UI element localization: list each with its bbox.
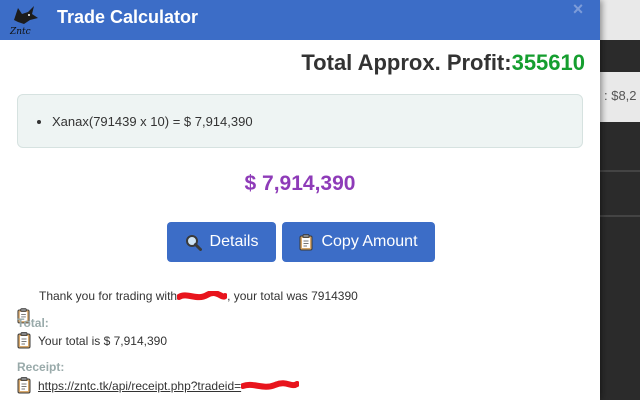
modal-title: Trade Calculator (57, 7, 199, 27)
background-partial-text: : $8,2 (604, 88, 637, 103)
receipt-section-row: https://zntc.tk/api/receipt.php?tradeid= (17, 377, 300, 394)
clipboard-icon (299, 233, 313, 251)
close-icon[interactable]: × (568, 0, 588, 20)
magnifier-icon (185, 234, 202, 251)
total-section-row: Your total is $ 7,914,390 (17, 332, 167, 349)
copy-amount-button[interactable]: Copy Amount (282, 222, 435, 262)
trade-calculator-modal: Zntc Trade Calculator × Total Approx. Pr… (0, 0, 600, 400)
thanks-message: Thank you for trading with , your total w… (39, 289, 358, 303)
background-divider (600, 170, 640, 172)
receipt-section-label: Receipt: (17, 360, 65, 374)
thanks-suffix: , your total was 7914390 (227, 289, 358, 303)
trade-items-list: Xanax(791439 x 10) = $ 7,914,390 (18, 114, 253, 129)
background-row: : $8,2 (600, 72, 640, 122)
total-section-label: Total: (17, 316, 49, 330)
details-button-label: Details (209, 233, 259, 250)
copy-receipt-clipboard-icon[interactable] (17, 377, 31, 394)
trade-item: Xanax(791439 x 10) = $ 7,914,390 (52, 114, 253, 129)
background-divider (600, 215, 640, 217)
wolf-logo-icon: Zntc (9, 6, 38, 36)
total-amount: $ 7,914,390 (244, 172, 356, 195)
total-profit: Total Approx. Profit:355610 (301, 50, 585, 76)
logo-text: Zntc (9, 27, 31, 36)
receipt-link-text: https://zntc.tk/api/receipt.php?tradeid= (38, 378, 242, 393)
trade-items-box: Xanax(791439 x 10) = $ 7,914,390 (17, 94, 583, 148)
modal-header: Zntc Trade Calculator × (0, 0, 600, 40)
receipt-link[interactable]: https://zntc.tk/api/receipt.php?tradeid= (38, 379, 241, 393)
redaction-mark (177, 290, 228, 300)
thanks-prefix: Thank you for trading with (39, 289, 178, 303)
details-button[interactable]: Details (167, 222, 276, 262)
background-header-strip (600, 0, 640, 40)
redaction-mark (241, 379, 300, 390)
copy-amount-button-label: Copy Amount (321, 233, 418, 250)
copy-total-clipboard-icon[interactable] (17, 332, 31, 349)
total-section-text: Your total is $ 7,914,390 (38, 333, 167, 348)
profit-label: Total Approx. Profit: (301, 50, 512, 75)
profit-value: 355610 (511, 50, 585, 75)
background-page: : $8,2 (600, 0, 640, 400)
